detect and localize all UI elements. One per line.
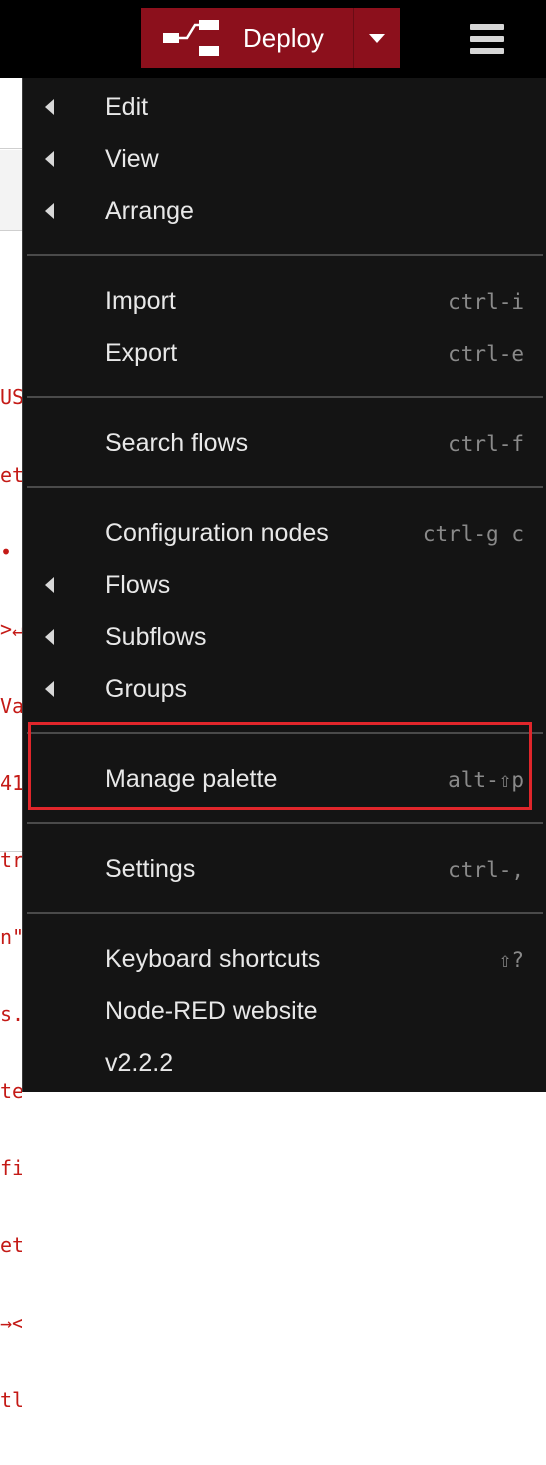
- deploy-icon: [163, 20, 219, 56]
- caret-down-icon: [369, 34, 385, 43]
- menu-item-flows[interactable]: Flows: [23, 561, 546, 609]
- main-menu-dropdown: Edit View Arrange Import ctrl-i Export c…: [22, 78, 546, 1092]
- submenu-arrow-icon: [45, 681, 54, 697]
- menu-item-keyboard-shortcuts[interactable]: Keyboard shortcuts ⇧?: [23, 935, 546, 983]
- menu-item-export[interactable]: Export ctrl-e: [23, 329, 546, 377]
- menu-item-groups[interactable]: Groups: [23, 665, 546, 713]
- submenu-arrow-icon: [45, 629, 54, 645]
- menu-divider: [27, 254, 543, 256]
- menu-item-search-flows[interactable]: Search flows ctrl-f: [23, 419, 546, 467]
- deploy-label: Deploy: [243, 23, 324, 53]
- menu-item-version[interactable]: v2.2.2: [23, 1039, 546, 1087]
- submenu-arrow-icon: [45, 99, 54, 115]
- main-menu-button[interactable]: [468, 22, 506, 56]
- workspace-background: US et • >↵ Va 41 tr n" s. te fi et →< tl: [0, 78, 22, 1412]
- menu-item-subflows[interactable]: Subflows: [23, 613, 546, 661]
- workspace-toolbar: [0, 150, 22, 231]
- submenu-arrow-icon: [45, 203, 54, 219]
- menu-divider: [27, 396, 543, 398]
- menu-item-import[interactable]: Import ctrl-i: [23, 277, 546, 325]
- menu-item-view[interactable]: View: [23, 135, 546, 183]
- menu-divider: [27, 822, 543, 824]
- menu-item-node-red-website[interactable]: Node-RED website: [23, 987, 546, 1035]
- submenu-arrow-icon: [45, 151, 54, 167]
- menu-item-arrange[interactable]: Arrange: [23, 187, 546, 235]
- hamburger-icon: [470, 24, 504, 30]
- deploy-button[interactable]: Deploy: [141, 8, 353, 68]
- menu-item-settings[interactable]: Settings ctrl-,: [23, 845, 546, 893]
- menu-divider: [27, 486, 543, 488]
- highlight-annotation-box: [28, 722, 532, 810]
- deploy-options-button[interactable]: [353, 8, 400, 68]
- workspace-code-preview: US et • >↵ Va 41 tr n" s. te fi et →< tl: [0, 385, 22, 1412]
- submenu-arrow-icon: [45, 577, 54, 593]
- menu-item-edit[interactable]: Edit: [23, 83, 546, 131]
- menu-divider: [27, 912, 543, 914]
- header-bar: Deploy: [0, 0, 546, 78]
- menu-item-configuration-nodes[interactable]: Configuration nodes ctrl-g c: [23, 509, 546, 557]
